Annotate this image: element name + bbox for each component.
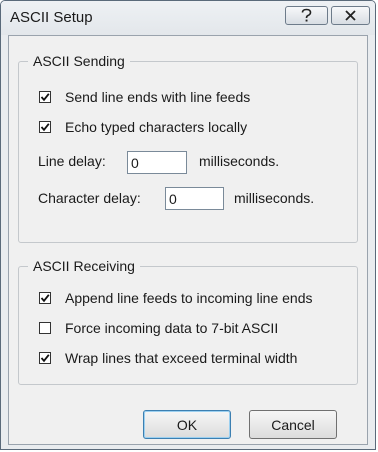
append-line-feeds-label: Append line feeds to incoming line ends (65, 290, 313, 306)
checkmark-icon (40, 123, 50, 132)
ok-button[interactable]: OK (143, 410, 231, 439)
checkbox-box[interactable] (39, 91, 51, 103)
character-delay-label: Character delay: (38, 190, 141, 206)
force-7bit-label: Force incoming data to 7-bit ASCII (65, 320, 279, 336)
cancel-button[interactable]: Cancel (249, 410, 337, 439)
dialog-body: ASCII Sending Send line ends with line f… (8, 35, 368, 445)
ascii-receiving-title: ASCII Receiving (28, 258, 140, 274)
question-mark-icon (301, 8, 312, 22)
append-line-feeds-checkbox[interactable]: Append line feeds to incoming line ends (39, 290, 313, 306)
ascii-sending-title: ASCII Sending (28, 53, 130, 69)
checkmark-icon (40, 93, 50, 102)
echo-typed-checkbox[interactable]: Echo typed characters locally (39, 119, 247, 135)
ascii-sending-group: ASCII Sending Send line ends with line f… (18, 53, 358, 243)
send-line-ends-checkbox[interactable]: Send line ends with line feeds (39, 89, 250, 105)
checkbox-box[interactable] (39, 322, 51, 334)
checkbox-box[interactable] (39, 121, 51, 133)
window-title: ASCII Setup (10, 9, 93, 26)
force-7bit-checkbox[interactable]: Force incoming data to 7-bit ASCII (39, 320, 278, 336)
ascii-setup-dialog: ASCII Setup ASCII Sending Send line ends… (0, 0, 376, 450)
checkmark-icon (40, 294, 50, 303)
wrap-lines-checkbox[interactable]: Wrap lines that exceed terminal width (39, 350, 297, 366)
help-button[interactable] (285, 6, 328, 25)
checkbox-box[interactable] (39, 292, 51, 304)
checkbox-box[interactable] (39, 352, 51, 364)
checkmark-icon (40, 354, 50, 363)
line-delay-unit: milliseconds. (199, 153, 280, 169)
send-line-ends-label: Send line ends with line feeds (65, 89, 251, 105)
ascii-receiving-group: ASCII Receiving Append line feeds to inc… (18, 258, 358, 385)
character-delay-input[interactable] (165, 187, 224, 210)
line-delay-label: Line delay: (38, 153, 106, 169)
title-bar[interactable]: ASCII Setup (1, 1, 375, 35)
echo-typed-label: Echo typed characters locally (65, 119, 248, 135)
line-delay-input[interactable] (127, 151, 187, 174)
wrap-lines-label: Wrap lines that exceed terminal width (65, 350, 298, 366)
close-button[interactable] (331, 6, 370, 25)
close-x-icon (345, 10, 356, 21)
character-delay-unit: milliseconds. (234, 190, 315, 206)
